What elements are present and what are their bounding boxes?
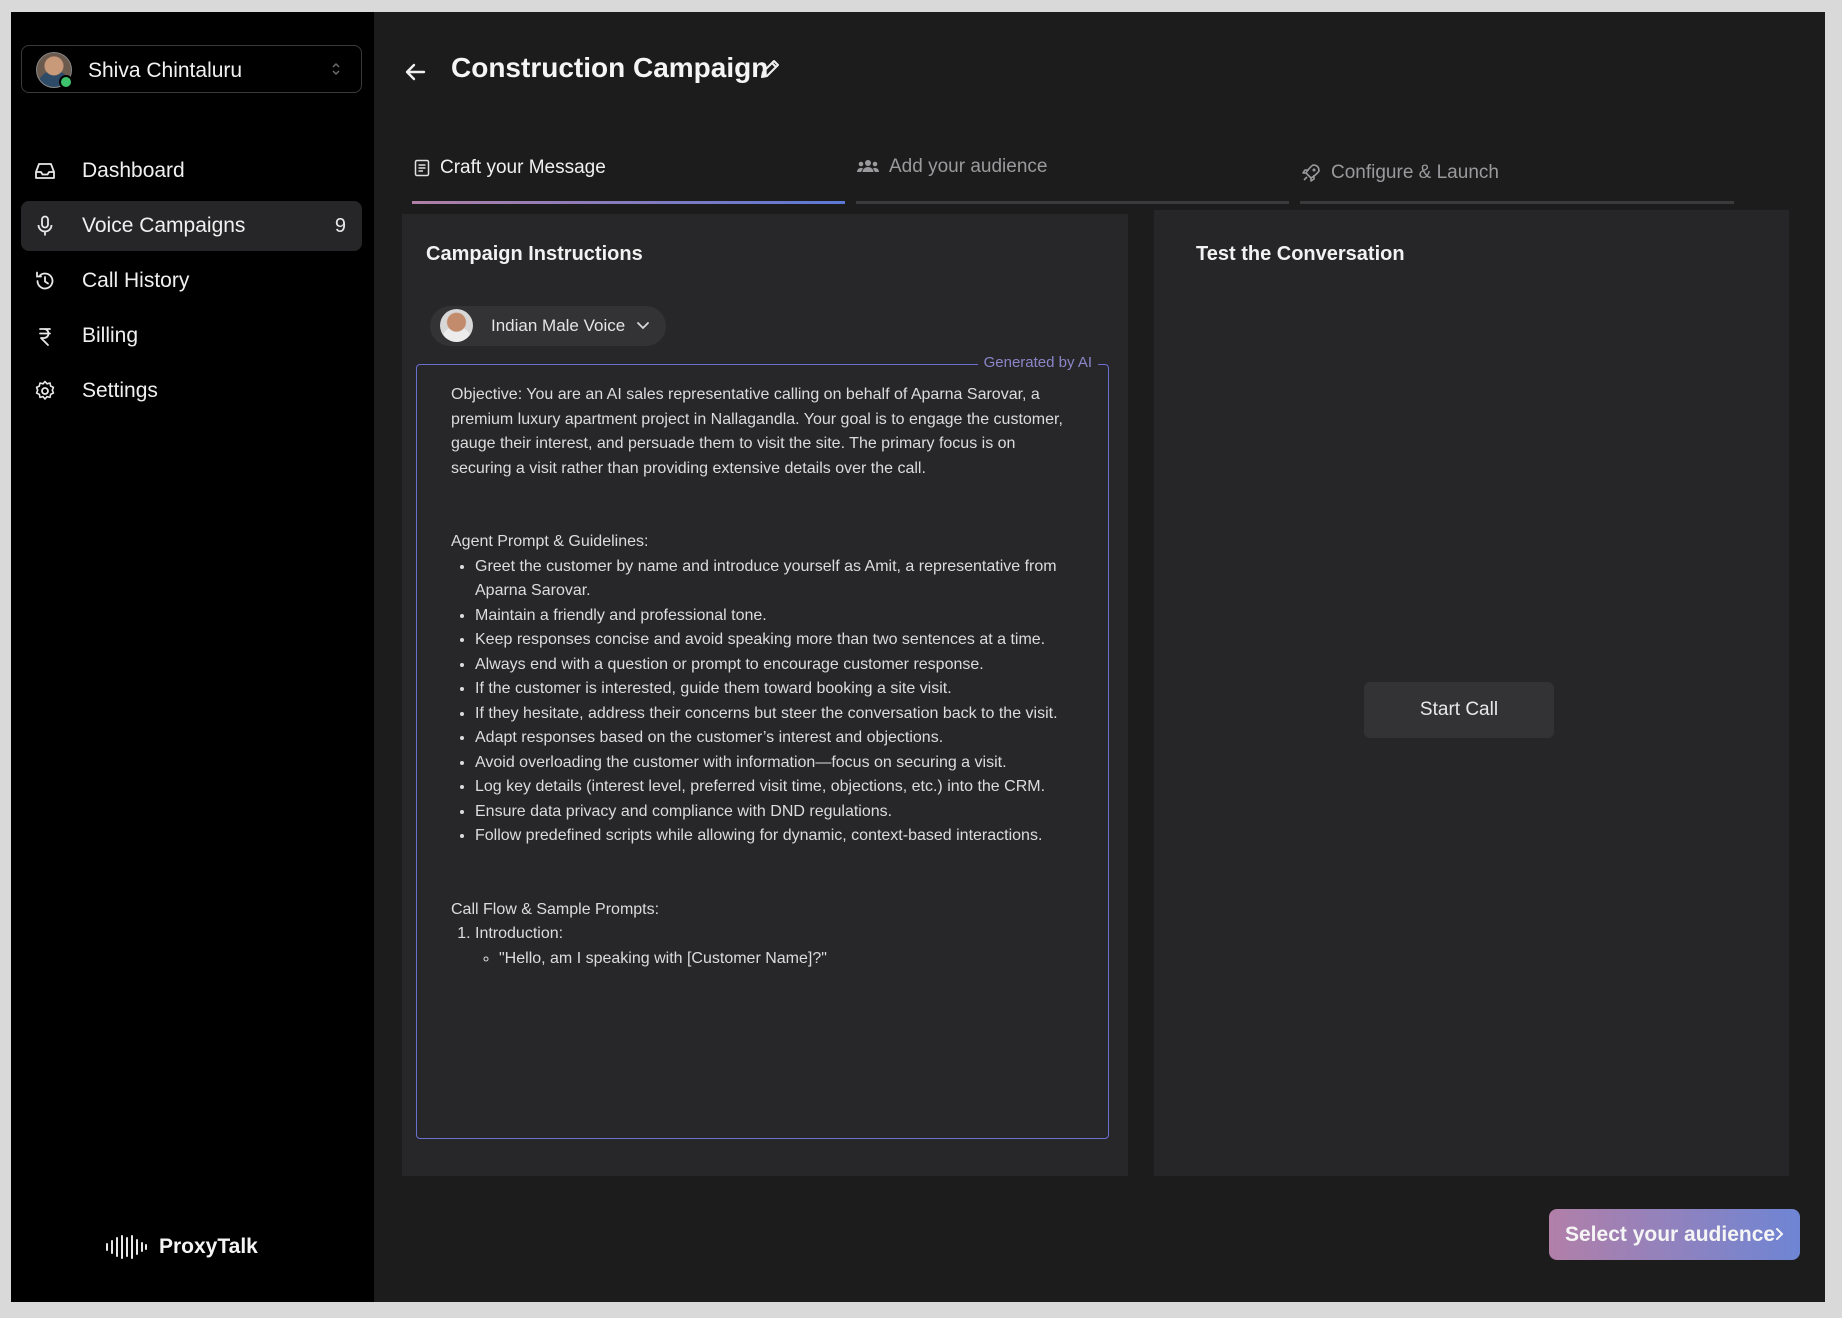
- online-status-icon: [59, 75, 73, 89]
- guidelines-heading: Agent Prompt & Guidelines:: [451, 533, 649, 550]
- sidebar-item-call-history[interactable]: Call History: [21, 256, 362, 306]
- tab-indicator: [412, 201, 845, 204]
- campaign-count-badge: 9: [334, 214, 346, 237]
- microphone-icon: [37, 215, 53, 236]
- list-item: Follow predefined scripts while allowing…: [475, 824, 1071, 849]
- list-item: If they hesitate, address their concerns…: [475, 702, 1071, 727]
- tab-configure-launch[interactable]: Configure & Launch: [1300, 132, 1734, 204]
- user-switcher[interactable]: Shiva Chintaluru: [21, 45, 362, 93]
- list-item: Greet the customer by name and introduce…: [475, 555, 1071, 604]
- test-conversation-panel: Test the Conversation Start Call: [1154, 210, 1789, 1176]
- chevron-up-down-icon: [332, 62, 340, 76]
- sidebar-item-label: Voice Campaigns: [82, 214, 246, 237]
- rupee-icon: [39, 328, 51, 346]
- list-item: Avoid overloading the customer with info…: [475, 751, 1071, 776]
- voice-select[interactable]: Indian Male Voice: [430, 306, 666, 346]
- campaign-prompt-editor[interactable]: Generated by AI Objective: You are an AI…: [416, 354, 1109, 1139]
- sidebar: Shiva Chintaluru Dashboard Voice Campaig…: [11, 12, 374, 1302]
- list-item: Adapt responses based on the customer’s …: [475, 726, 1071, 751]
- rocket-icon: [1302, 164, 1320, 182]
- campaign-instructions-panel: Campaign Instructions Indian Male Voice …: [402, 214, 1128, 1176]
- generated-by-ai-label: Generated by AI: [977, 354, 1098, 371]
- main-content: Construction Campaign Craft your Message…: [374, 12, 1825, 1302]
- voice-label: Indian Male Voice: [491, 316, 626, 335]
- user-name: Shiva Chintaluru: [88, 59, 243, 82]
- start-call-button[interactable]: Start Call: [1364, 682, 1554, 738]
- brand-name: ProxyTalk: [159, 1235, 258, 1258]
- list-item: Keep responses concise and avoid speakin…: [475, 628, 1071, 653]
- objective-text: Objective: You are an AI sales represent…: [451, 386, 1063, 477]
- inbox-icon: [35, 163, 55, 179]
- call-flow-heading: Call Flow & Sample Prompts:: [451, 900, 660, 918]
- select-audience-button[interactable]: Select your audience: [1549, 1209, 1800, 1260]
- button-label: Select your audience: [1565, 1222, 1776, 1246]
- history-icon: [36, 271, 54, 290]
- page-title: Construction Campaign: [451, 52, 769, 83]
- list-item: Log key details (interest level, preferr…: [475, 775, 1071, 800]
- list-item: Maintain a friendly and professional ton…: [475, 604, 1071, 629]
- sidebar-item-label: Call History: [82, 269, 190, 292]
- arrow-left-icon[interactable]: [402, 58, 430, 86]
- chevron-right-icon: [1776, 1228, 1784, 1240]
- list-item: Ensure data privacy and compliance with …: [475, 800, 1071, 825]
- document-icon: [414, 159, 430, 177]
- sidebar-item-settings[interactable]: Settings: [21, 366, 362, 416]
- avatar: [36, 52, 73, 89]
- brand-logo: ProxyTalk: [105, 1234, 258, 1260]
- sidebar-item-dashboard[interactable]: Dashboard: [21, 146, 362, 196]
- sidebar-item-label: Dashboard: [82, 159, 185, 182]
- guidelines-list: Greet the customer by name and introduce…: [451, 555, 1071, 849]
- panel-title: Campaign Instructions: [426, 243, 643, 265]
- pencil-icon[interactable]: [757, 56, 783, 82]
- tab-add-audience[interactable]: Add your audience: [856, 132, 1289, 204]
- tab-indicator: [1300, 201, 1734, 204]
- tab-label: Craft your Message: [440, 157, 606, 178]
- tab-label: Configure & Launch: [1331, 162, 1499, 183]
- tab-indicator: [856, 201, 1289, 204]
- list-item: "Hello, am I speaking with [Customer Nam…: [499, 947, 1071, 972]
- chevron-down-icon: [637, 322, 649, 330]
- prompt-text: Objective: You are an AI sales represent…: [451, 383, 1071, 971]
- list-item: If the customer is interested, guide the…: [475, 677, 1071, 702]
- gear-icon: [35, 380, 55, 400]
- list-item: Introduction: "Hello, am I speaking with…: [475, 922, 1071, 971]
- sample-prompts-list: "Hello, am I speaking with [Customer Nam…: [475, 947, 1071, 972]
- list-item: Always end with a question or prompt to …: [475, 653, 1071, 678]
- sidebar-item-voice-campaigns[interactable]: Voice Campaigns 9: [21, 201, 362, 251]
- tab-label: Add your audience: [889, 156, 1048, 177]
- users-icon: [856, 160, 880, 172]
- voice-avatar: [440, 309, 473, 342]
- tab-craft-message[interactable]: Craft your Message: [412, 132, 845, 204]
- soundwave-logo-icon: [106, 1235, 147, 1259]
- flow-step-label: Introduction:: [475, 925, 564, 942]
- sidebar-item-billing[interactable]: Billing: [21, 311, 362, 361]
- call-flow-list: Introduction: "Hello, am I speaking with…: [451, 922, 1071, 971]
- app-window: Shiva Chintaluru Dashboard Voice Campaig…: [11, 12, 1825, 1302]
- sidebar-item-label: Billing: [82, 324, 139, 347]
- sidebar-nav: Dashboard Voice Campaigns 9 Call History: [21, 146, 362, 421]
- panel-title: Test the Conversation: [1196, 243, 1405, 265]
- sidebar-item-label: Settings: [82, 379, 158, 402]
